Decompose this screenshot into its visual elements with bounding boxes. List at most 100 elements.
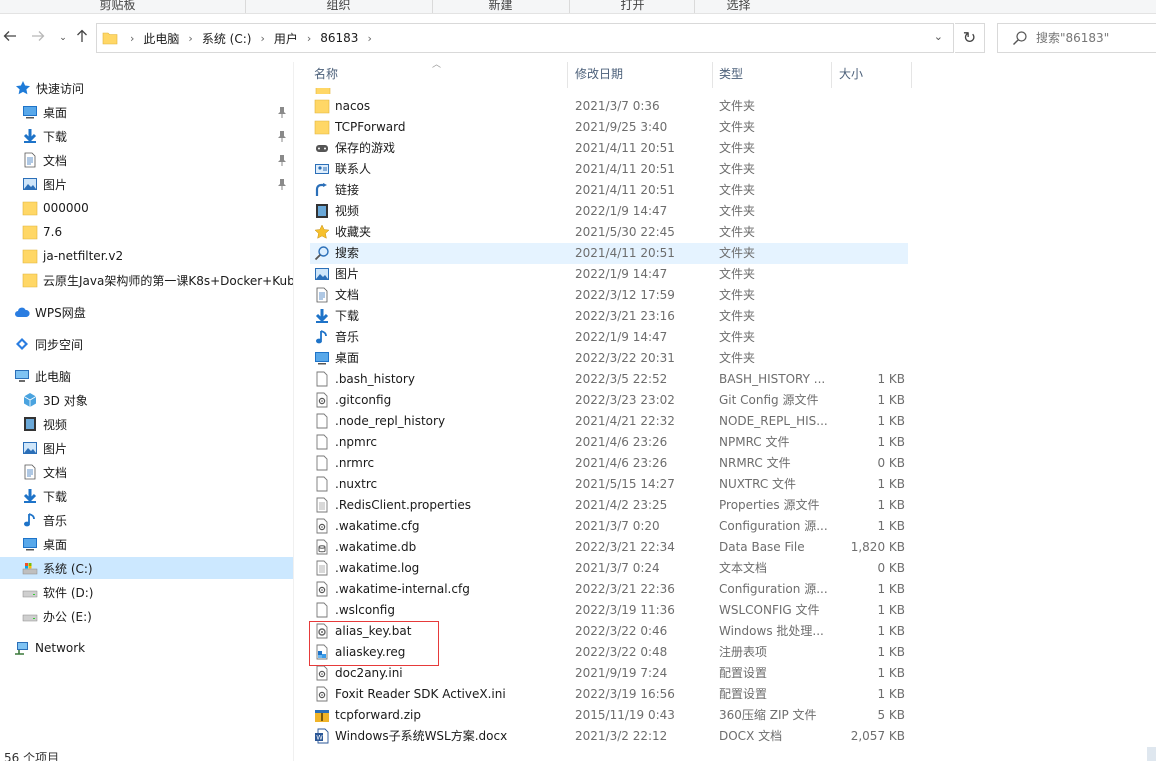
nav-pc-item[interactable]: 文档 — [0, 461, 293, 483]
nav-pc-item[interactable]: 软件 (D:) — [0, 581, 293, 603]
file-row[interactable]: 文档 2022/3/12 17:59 文件夹 — [310, 285, 908, 306]
file-date: 2021/3/2 22:12 — [575, 729, 668, 743]
nav-folder-000000[interactable]: 000000 — [0, 197, 293, 219]
file-type: Git Config 源文件 — [719, 393, 819, 407]
nav-pinned-item[interactable]: 文档 — [0, 149, 293, 171]
file-type: 文件夹 — [719, 330, 756, 344]
nav-pc-item[interactable]: 办公 (E:) — [0, 605, 293, 627]
file-name: nacos — [335, 99, 371, 113]
folder-icon — [22, 249, 38, 264]
file-date: 2022/3/23 23:02 — [575, 393, 675, 407]
back-button[interactable] — [0, 28, 20, 48]
file-row[interactable]: 联系人 2021/4/11 20:51 文件夹 — [310, 159, 908, 180]
file-row[interactable]: .wakatime.cfg 2021/3/7 0:20 Configuration … — [310, 516, 908, 537]
file-row[interactable]: .wakatime-internal.cfg 2022/3/21 22:36 Con… — [310, 579, 908, 600]
file-row[interactable]: TCPForward 2021/9/25 3:40 文件夹 — [310, 117, 908, 138]
file-row[interactable]: .nuxtrc 2021/5/15 14:27 NUXTRC 文件 1 KB — [310, 474, 908, 495]
folder-icon — [315, 88, 331, 94]
view-toggle[interactable] — [1147, 747, 1156, 761]
file-row[interactable]: .gitconfig 2022/3/23 23:02 Git Config 源文件 1… — [310, 390, 908, 411]
nav-folder-ja-netfilter[interactable]: ja-netfilter.v2 — [0, 245, 293, 267]
file-row[interactable]: 视频 2022/1/9 14:47 文件夹 — [310, 201, 908, 222]
nav-folder-7-6[interactable]: 7.6 — [0, 221, 293, 243]
nav-pc-item[interactable]: 3D 对象 — [0, 389, 293, 411]
nav-this-pc[interactable]: 此电脑 — [0, 365, 293, 387]
address-bar[interactable]: › 此电脑 › 系统 (C:) › 用户 › 86183 › ⌄ — [96, 23, 954, 53]
config-icon — [316, 392, 328, 408]
video-icon — [24, 417, 36, 431]
file-row[interactable]: .node_repl_history 2021/4/21 22:32 NODE_RE… — [310, 411, 908, 432]
nav-quick-access[interactable]: 快速访问 — [0, 77, 293, 99]
file-row[interactable]: 收藏夹 2021/5/30 22:45 文件夹 — [310, 222, 908, 243]
file-size: 1 KB — [877, 372, 905, 386]
nav-wps-drive[interactable]: WPS网盘 — [0, 301, 293, 323]
pin-icon[interactable] — [277, 154, 287, 166]
nav-label: WPS网盘 — [35, 305, 86, 320]
config-icon — [316, 686, 328, 702]
nav-label: 桌面 — [43, 537, 68, 552]
file-name: .wakatime.log — [335, 561, 420, 575]
file-row[interactable]: .bash_history 2022/3/5 22:52 BASH_HISTORY … — [310, 369, 908, 390]
folder-icon — [102, 32, 118, 45]
nav-network[interactable]: Network — [0, 637, 293, 659]
file-row[interactable]: Foxit Reader SDK ActiveX.ini 2022/3/19 16… — [310, 684, 908, 705]
column-header-size[interactable]: 大小 — [835, 62, 910, 88]
pin-icon[interactable] — [277, 178, 287, 190]
nav-sync-space[interactable]: 同步空间 — [0, 333, 293, 355]
file-row[interactable]: 搜索 2021/4/11 20:51 文件夹 — [310, 243, 908, 264]
config-icon — [316, 581, 328, 597]
file-row[interactable]: .wslconfig 2022/3/19 11:36 WSLCONFIG 文件 1 K… — [310, 600, 908, 621]
pin-icon[interactable] — [277, 106, 287, 118]
breadcrumb-user-folder[interactable]: 86183 — [320, 31, 358, 45]
recent-locations-button[interactable]: ⌄ — [53, 28, 73, 48]
up-button[interactable] — [72, 28, 92, 48]
nav-pinned-item[interactable]: 图片 — [0, 173, 293, 195]
file-size — [830, 222, 905, 243]
search-box[interactable] — [997, 23, 1156, 53]
file-row[interactable]: W Windows子系统WSL方案.docx 2021/3/2 22:12 DOCX … — [310, 726, 908, 747]
nav-label: ja-netfilter.v2 — [43, 249, 124, 263]
file-row[interactable]: 下载 2022/3/21 23:16 文件夹 — [310, 306, 908, 327]
file-row[interactable]: 链接 2021/4/11 20:51 文件夹 — [310, 180, 908, 201]
file-row[interactable]: 桌面 2022/3/22 20:31 文件夹 — [310, 348, 908, 369]
file-icon — [316, 602, 328, 618]
file-row[interactable]: .wakatime.db 2022/3/21 22:34 Data Base Fil… — [310, 537, 908, 558]
nav-pc-item[interactable]: 音乐 — [0, 509, 293, 531]
file-date: 2022/3/5 22:52 — [575, 372, 668, 386]
file-row[interactable]: nacos 2021/3/7 0:36 文件夹 — [310, 96, 908, 117]
column-header-date[interactable]: 修改日期 — [571, 62, 711, 88]
file-row[interactable]: 音乐 2022/1/9 14:47 文件夹 — [310, 327, 908, 348]
column-header-name[interactable]: 名称 — [310, 62, 566, 88]
breadcrumb-drive-c[interactable]: 系统 (C:) — [202, 30, 252, 47]
file-row[interactable]: .npmrc 2021/4/6 23:26 NPMRC 文件 1 KB — [310, 432, 908, 453]
pin-icon[interactable] — [277, 130, 287, 142]
file-row[interactable]: 保存的游戏 2021/4/11 20:51 文件夹 — [310, 138, 908, 159]
column-header-type[interactable]: 类型 — [715, 62, 830, 88]
nav-pc-item[interactable]: 下载 — [0, 485, 293, 507]
file-row[interactable]: doc2any.ini 2021/9/19 7:24 配置设置 1 KB — [310, 663, 908, 684]
nav-pinned-item[interactable]: 桌面 — [0, 101, 293, 123]
nav-pc-item[interactable]: 图片 — [0, 437, 293, 459]
address-dropdown-icon[interactable]: ⌄ — [934, 30, 943, 43]
zip-icon — [315, 710, 329, 722]
nav-pinned-item[interactable]: 下载 — [0, 125, 293, 147]
file-row[interactable]: 图片 2022/1/9 14:47 文件夹 — [310, 264, 908, 285]
file-row[interactable]: .RedisClient.properties 2021/4/2 23:25 Pro… — [310, 495, 908, 516]
nav-pc-item[interactable]: 桌面 — [0, 533, 293, 555]
breadcrumb-users[interactable]: 用户 — [274, 30, 298, 47]
nav-folder-k8s-course[interactable]: 云原生Java架构师的第一课K8s+Docker+Kube — [0, 269, 293, 291]
file-row[interactable]: tcpforward.zip 2015/11/19 0:43 360压缩 ZIP 文… — [310, 705, 908, 726]
search-input[interactable] — [1036, 29, 1152, 47]
nav-pc-item[interactable]: 视频 — [0, 413, 293, 435]
nav-label: 图片 — [43, 177, 68, 192]
file-type: 文件夹 — [719, 99, 756, 113]
file-row[interactable]: .nrmrc 2021/4/6 23:26 NRMRC 文件 0 KB — [310, 453, 908, 474]
file-icon — [316, 476, 328, 492]
forward-button[interactable] — [28, 28, 48, 48]
file-row[interactable]: .wakatime.log 2021/3/7 0:24 文本文档 0 KB — [310, 558, 908, 579]
breadcrumb-this-pc[interactable]: 此电脑 — [143, 30, 179, 47]
config-icon — [316, 665, 328, 681]
folder-icon — [22, 225, 38, 240]
nav-pc-item[interactable]: 系统 (C:) — [0, 557, 293, 579]
refresh-button[interactable]: ↻ — [955, 23, 985, 53]
